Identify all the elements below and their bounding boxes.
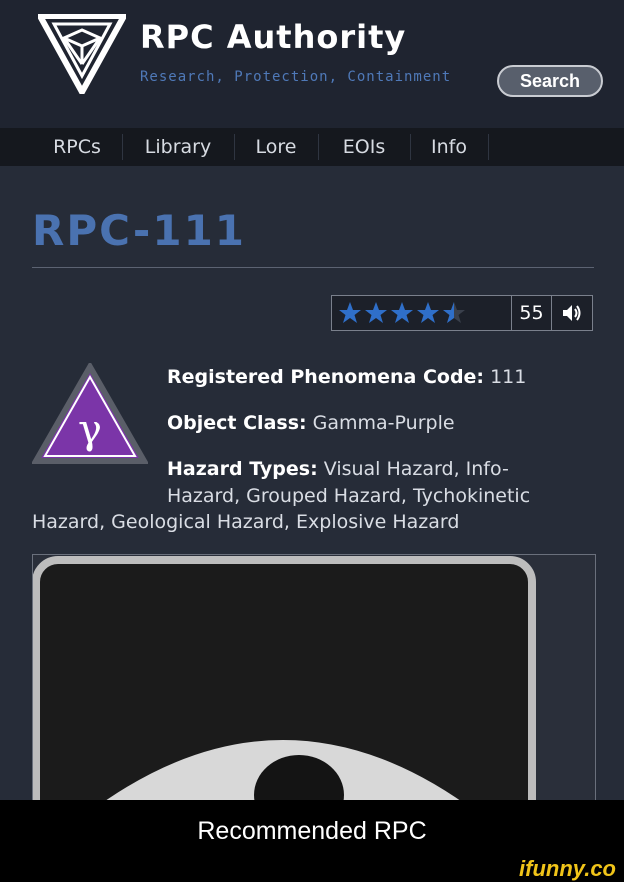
nav-item-lore[interactable]: Lore (236, 128, 316, 166)
star-icon[interactable] (390, 301, 414, 325)
nav-divider (488, 134, 489, 160)
hazard-types-value: Visual Hazard, Info- (323, 458, 509, 480)
object-class-line: Object Class: Gamma-Purple (167, 412, 455, 434)
object-class-value: Gamma-Purple (312, 412, 455, 434)
phenomena-code-value: 111 (490, 366, 527, 388)
phenomena-code-label: Registered Phenomena Code: (167, 366, 485, 388)
nav-item-library[interactable]: Library (124, 128, 232, 166)
rpc-logo-icon[interactable] (38, 14, 126, 94)
caption-text: Recommended RPC (197, 816, 427, 845)
object-class-icon: γ (32, 363, 148, 464)
star-icon[interactable] (338, 301, 362, 325)
site-header: RPC Authority Research, Protection, Cont… (0, 0, 624, 128)
nav-item-info[interactable]: Info (412, 128, 486, 166)
hazard-types-line: Hazard Types: Visual Hazard, Info- (167, 458, 509, 480)
title-divider (32, 267, 594, 268)
main-nav: RPCs Library Lore EOIs Info (0, 128, 624, 166)
search-button[interactable]: Search (497, 65, 603, 97)
nav-divider (410, 134, 411, 160)
phenomena-code-line: Registered Phenomena Code: 111 (167, 366, 526, 388)
audio-button[interactable] (551, 296, 592, 330)
half-star-icon[interactable] (442, 301, 466, 325)
object-class-label: Object Class: (167, 412, 307, 434)
speaker-icon (563, 305, 581, 321)
star-icon[interactable] (416, 301, 440, 325)
ifunny-watermark: ifunny.co (519, 856, 616, 881)
hazard-types-continued: Hazard, Grouped Hazard, Tychokinetic (167, 485, 531, 507)
rpc-image (32, 554, 596, 814)
site-title[interactable]: RPC Authority (140, 18, 406, 56)
nav-divider (234, 134, 235, 160)
vote-count: 55 (510, 296, 552, 330)
page-title: RPC-111 (32, 206, 247, 255)
gamma-symbol: γ (78, 407, 102, 453)
nav-item-rpcs[interactable]: RPCs (34, 128, 120, 166)
rating-widget: 55 (331, 295, 593, 331)
hazard-types-continued: Hazard, Geological Hazard, Explosive Haz… (32, 511, 460, 533)
hazard-types-label: Hazard Types: (167, 458, 318, 480)
eye-symbol-image (33, 555, 595, 813)
star-icon[interactable] (364, 301, 388, 325)
nav-item-eois[interactable]: EOIs (320, 128, 408, 166)
star-rating[interactable] (332, 296, 511, 330)
site-tagline: Research, Protection, Containment (140, 69, 452, 85)
nav-divider (122, 134, 123, 160)
caption-bar: Recommended RPC (0, 800, 624, 862)
nav-divider (318, 134, 319, 160)
